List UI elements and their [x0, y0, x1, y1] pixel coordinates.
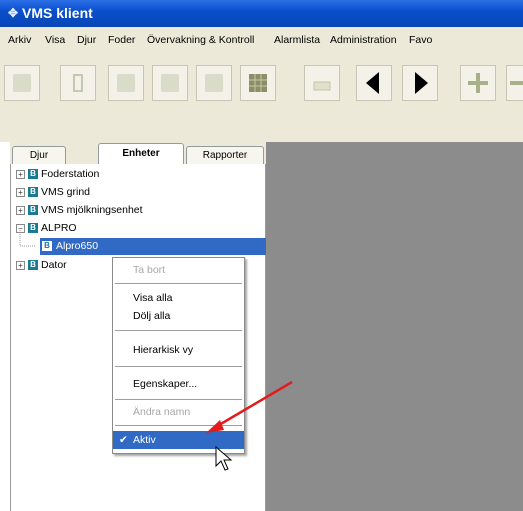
device-node-icon: B — [28, 205, 38, 215]
menu-separator — [115, 366, 242, 367]
expand-icon[interactable]: + — [16, 188, 25, 197]
menu-separator — [115, 330, 242, 331]
tab-rapporter[interactable]: Rapporter — [186, 146, 264, 164]
tab-djur[interactable]: Djur — [12, 146, 66, 164]
menu-foder[interactable]: Foder — [108, 34, 135, 46]
menu-separator — [115, 283, 242, 284]
tab-strip: Djur Enheter Rapporter — [10, 142, 266, 164]
tree-item-label: VMS grind — [41, 186, 91, 198]
menu-bar: Arkiv Visa Djur Foder Övervakning & Kont… — [0, 27, 523, 54]
tab-enheter[interactable]: Enheter — [98, 143, 184, 164]
print-icon[interactable] — [304, 65, 340, 101]
grid-icon[interactable] — [240, 65, 276, 101]
menu-item-ta-bort[interactable]: Ta bort — [113, 261, 244, 279]
tree-connector — [19, 230, 36, 247]
forward-arrow-icon[interactable] — [402, 65, 438, 101]
report-icon[interactable] — [152, 65, 188, 101]
device-node-icon: B — [28, 187, 38, 197]
menu-item-visa-alla[interactable]: Visa alla — [113, 289, 244, 307]
menu-visa[interactable]: Visa — [45, 34, 65, 46]
title-bar[interactable]: ✥ VMS klient — [0, 0, 523, 27]
tree-item-label: Alpro650 — [56, 240, 99, 252]
device-node-icon: B — [28, 169, 38, 179]
tree-item-label: ALPRO — [41, 222, 77, 234]
menu-djur[interactable]: Djur — [77, 34, 96, 46]
device-node-icon: B — [42, 241, 52, 251]
window-title: VMS klient — [22, 5, 93, 21]
menu-arkiv[interactable]: Arkiv — [8, 34, 31, 46]
add-icon[interactable] — [460, 65, 496, 101]
tree-item-label: Dator — [41, 259, 67, 271]
menu-administration[interactable]: Administration — [330, 34, 397, 46]
menu-alarmlista[interactable]: Alarmlista — [274, 34, 320, 46]
back-arrow-icon[interactable] — [356, 65, 392, 101]
expand-icon[interactable]: + — [16, 170, 25, 179]
graph-icon[interactable] — [196, 65, 232, 101]
mouse-cursor-icon — [215, 446, 233, 471]
tree-item-label: Foderstation — [41, 168, 100, 180]
toolbar-band — [0, 112, 523, 142]
remove-icon[interactable] — [506, 65, 523, 101]
toolbar — [0, 54, 523, 112]
cow-icon[interactable] — [4, 65, 40, 101]
menu-favo[interactable]: Favo — [409, 34, 432, 46]
menu-item-hierarkisk-vy[interactable]: Hierarkisk vy — [113, 341, 244, 359]
workspace-area — [266, 142, 523, 511]
menu-overvakning[interactable]: Övervakning & Kontroll — [147, 34, 254, 46]
chart-icon[interactable] — [108, 65, 144, 101]
expand-icon[interactable]: + — [16, 261, 25, 270]
checkmark-icon: ✔ — [119, 434, 128, 446]
menu-item-dolj-alla[interactable]: Dölj alla — [113, 307, 244, 325]
tree-item-label: VMS mjölkningsenhet — [41, 204, 143, 216]
annotation-arrow — [206, 380, 293, 433]
milk-bottle-icon[interactable] — [60, 65, 96, 101]
expand-icon[interactable]: + — [16, 206, 25, 215]
device-node-icon: B — [28, 260, 38, 270]
tree-item-alpro650[interactable]: B Alpro650 — [40, 238, 266, 255]
app-icon: ✥ — [8, 6, 19, 20]
